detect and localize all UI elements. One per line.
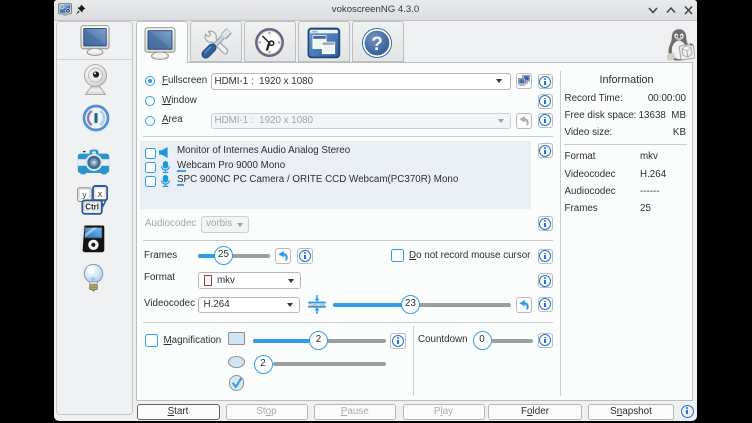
svg-text:y: y xyxy=(82,190,87,200)
svg-text:Ctrl: Ctrl xyxy=(85,203,99,212)
svg-text:?: ? xyxy=(371,34,383,55)
svg-text:Compress: Compress xyxy=(309,303,326,307)
